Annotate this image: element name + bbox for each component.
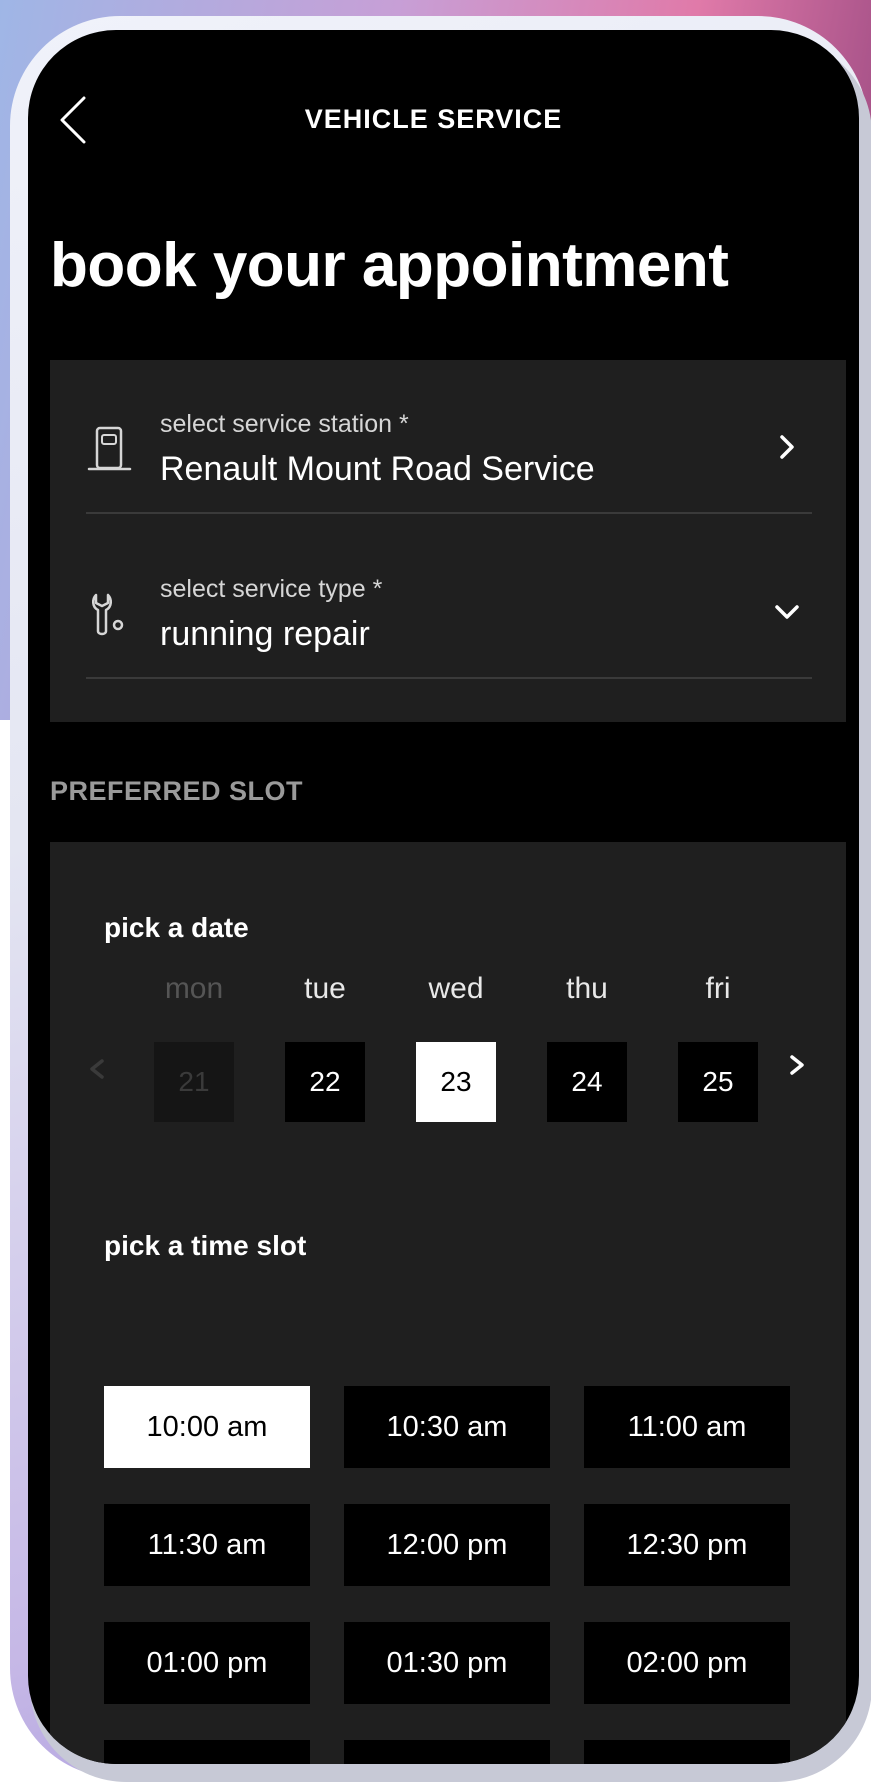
date-option-fri[interactable]: fri 25 xyxy=(678,972,758,1122)
day-date: 21 xyxy=(154,1042,234,1122)
chevron-right-icon[interactable] xyxy=(782,1045,812,1085)
date-option-wed[interactable]: wed 23 xyxy=(416,972,496,1122)
time-slot-1230pm[interactable]: 12:30 pm xyxy=(584,1504,790,1586)
day-name: wed xyxy=(428,972,484,1005)
time-slot-0200pm[interactable]: 02:00 pm xyxy=(584,1622,790,1704)
date-option-mon: mon 21 xyxy=(154,972,234,1122)
time-slot-1000am[interactable]: 10:00 am xyxy=(104,1386,310,1468)
phone-screen: VEHICLE SERVICE book your appointment se… xyxy=(28,30,859,1764)
time-slot-1200pm[interactable]: 12:00 pm xyxy=(344,1504,550,1586)
day-name: fri xyxy=(705,972,731,1005)
header-title: VEHICLE SERVICE xyxy=(304,104,563,134)
time-slot-1030am[interactable]: 10:30 am xyxy=(344,1386,550,1468)
service-station-value: Renault Mount Road Service xyxy=(160,450,595,488)
preferred-slot-card: pick a date mon 21 tue 22 wed 23 thu 24 … xyxy=(50,842,846,1764)
day-name: tue xyxy=(304,972,346,1005)
service-type-selector[interactable]: select service type * running repair xyxy=(86,575,812,679)
time-slot-1100am[interactable]: 11:00 am xyxy=(584,1386,790,1468)
day-date: 23 xyxy=(416,1042,496,1122)
chevron-left-icon[interactable] xyxy=(82,1049,112,1089)
pick-date-label: pick a date xyxy=(104,912,249,943)
day-name: mon xyxy=(164,972,224,1005)
time-slot-partial[interactable] xyxy=(104,1740,310,1764)
time-slot-0130pm[interactable]: 01:30 pm xyxy=(344,1622,550,1704)
time-slot-0100pm[interactable]: 01:00 pm xyxy=(104,1622,310,1704)
page-title: book your appointment xyxy=(50,231,729,300)
pick-time-label: pick a time slot xyxy=(104,1230,307,1261)
service-station-selector[interactable]: select service station * Renault Mount R… xyxy=(86,410,812,514)
date-option-thu[interactable]: thu 24 xyxy=(547,972,627,1122)
time-slot-1130am[interactable]: 11:30 am xyxy=(104,1504,310,1586)
time-slot-partial[interactable] xyxy=(584,1740,790,1764)
date-option-tue[interactable]: tue 22 xyxy=(285,972,365,1122)
app-header: VEHICLE SERVICE xyxy=(28,90,859,150)
chevron-right-icon xyxy=(772,432,802,462)
day-date: 22 xyxy=(285,1042,365,1122)
day-date: 24 xyxy=(547,1042,627,1122)
wrench-icon xyxy=(86,587,136,637)
service-type-label: select service type * xyxy=(160,575,383,603)
service-type-value: running repair xyxy=(160,615,370,653)
day-name: thu xyxy=(566,972,608,1005)
service-selection-card: select service station * Renault Mount R… xyxy=(50,360,846,722)
service-station-label: select service station * xyxy=(160,410,409,438)
chevron-down-icon xyxy=(772,597,802,627)
time-slot-partial[interactable] xyxy=(344,1740,550,1764)
preferred-slot-heading: PREFERRED SLOT xyxy=(50,776,304,806)
day-date: 25 xyxy=(678,1042,758,1122)
fuel-station-icon xyxy=(86,422,136,472)
